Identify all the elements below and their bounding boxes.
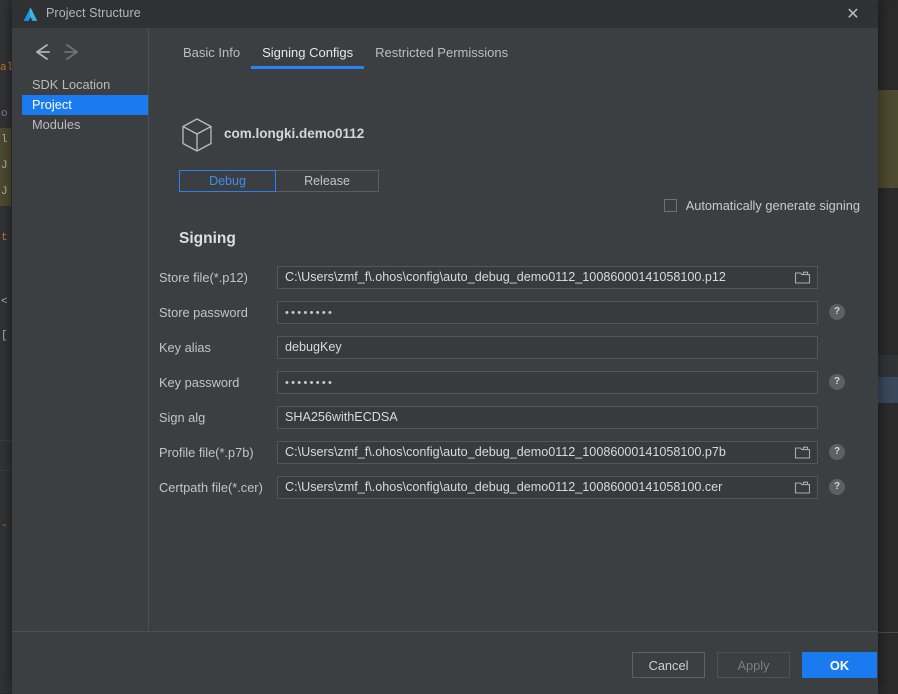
apply-button[interactable]: Apply: [717, 652, 790, 678]
form-row-key-alias: Key alias debugKey: [149, 336, 878, 371]
arrow-left-icon[interactable]: [30, 40, 56, 64]
release-variant-button[interactable]: Release: [276, 170, 379, 192]
backdrop-selected-row: [878, 377, 898, 403]
dialog-footer: Cancel Apply OK: [12, 631, 878, 694]
backdrop-code-fragment: J: [1, 160, 8, 173]
ok-button[interactable]: OK: [802, 652, 877, 678]
tab-signing-configs[interactable]: Signing Configs: [251, 40, 364, 69]
key-password-label: Key password: [159, 375, 274, 390]
form-row-sign-alg: Sign alg SHA256withECDSA: [149, 406, 878, 441]
help-circle-icon[interactable]: ?: [829, 374, 845, 390]
folder-icon[interactable]: [794, 479, 811, 496]
backdrop-divider: [0, 470, 12, 471]
backdrop-divider: [0, 440, 12, 441]
package-cube-icon: [179, 116, 215, 154]
auto-generate-signing-checkbox[interactable]: Automatically generate signing: [664, 196, 860, 214]
help-circle-icon[interactable]: ?: [829, 444, 845, 460]
backdrop-code-fragment: t: [1, 232, 8, 245]
signing-section-title: Signing: [179, 230, 236, 248]
window-title: Project Structure: [46, 6, 141, 20]
key-alias-input[interactable]: debugKey: [277, 336, 818, 359]
key-alias-label: Key alias: [159, 340, 274, 355]
help-circle-icon[interactable]: ?: [829, 304, 845, 320]
form-row-certpath-file: Certpath file(*.cer) C:\Users\zmf_f\.oho…: [149, 476, 878, 511]
backdrop-code-fragment: -: [1, 520, 8, 533]
tab-basic-info[interactable]: Basic Info: [172, 40, 251, 69]
folder-icon[interactable]: [794, 269, 811, 286]
store-file-input[interactable]: C:\Users\zmf_f\.ohos\config\auto_debug_d…: [277, 266, 818, 289]
profile-file-input[interactable]: C:\Users\zmf_f\.ohos\config\auto_debug_d…: [277, 441, 818, 464]
sidebar-item-label: SDK Location: [32, 77, 110, 92]
debug-label: Debug: [209, 174, 246, 188]
release-label: Release: [304, 174, 350, 188]
form-row-store-password: Store password •••••••• ?: [149, 301, 878, 336]
backdrop-code-fragment: J: [1, 186, 8, 199]
cancel-button[interactable]: Cancel: [632, 652, 705, 678]
sidebar-item-modules[interactable]: Modules: [22, 115, 148, 135]
checkbox-box[interactable]: [664, 199, 677, 212]
tab-label: Basic Info: [183, 45, 240, 60]
tab-label: Signing Configs: [262, 45, 353, 60]
key-password-input[interactable]: ••••••••: [277, 371, 818, 394]
dialog-sidebar: SDK Location Project Modules: [12, 28, 149, 631]
store-password-input[interactable]: ••••••••: [277, 301, 818, 324]
sidebar-item-label: Project: [32, 97, 72, 112]
certpath-file-input[interactable]: C:\Users\zmf_f\.ohos\config\auto_debug_d…: [277, 476, 818, 499]
backdrop-code-fragment: [: [1, 330, 8, 343]
store-file-label: Store file(*.p12): [159, 270, 274, 285]
help-circle-icon[interactable]: ?: [829, 479, 845, 495]
form-row-store-file: Store file(*.p12) C:\Users\zmf_f\.ohos\c…: [149, 266, 878, 301]
tab-bar: Basic Info Signing Configs Restricted Pe…: [172, 40, 519, 72]
backdrop-highlight-block: [878, 90, 898, 188]
backdrop-left-strip: [0, 0, 12, 693]
navigation-arrows: [30, 40, 90, 64]
tab-label: Restricted Permissions: [375, 45, 508, 60]
profile-file-label: Profile file(*.p7b): [159, 445, 274, 460]
dialog-body: SDK Location Project Modules Basic Info …: [12, 28, 878, 631]
form-row-key-password: Key password •••••••• ?: [149, 371, 878, 406]
dialog-titlebar: Project Structure ✕: [12, 0, 878, 29]
build-variant-selector: Debug Release: [179, 170, 379, 192]
sidebar-item-label: Modules: [32, 117, 80, 132]
auto-generate-signing-label: Automatically generate signing: [686, 198, 860, 213]
backdrop-code-fragment: o: [1, 108, 8, 121]
project-structure-dialog: Project Structure ✕ SDK Location Project: [12, 0, 878, 693]
arrow-right-icon[interactable]: [58, 40, 84, 64]
sign-alg-label: Sign alg: [159, 410, 274, 425]
close-icon[interactable]: ✕: [840, 3, 866, 26]
android-studio-logo-icon: [22, 6, 39, 23]
backdrop-code-fragment: <: [1, 296, 8, 309]
sidebar-item-sdk-location[interactable]: SDK Location: [22, 75, 148, 95]
backdrop-divider: [878, 632, 898, 633]
folder-icon[interactable]: [794, 444, 811, 461]
dialog-content: Basic Info Signing Configs Restricted Pe…: [149, 28, 878, 631]
sidebar-item-project[interactable]: Project: [22, 95, 148, 115]
backdrop-code-fragment: l: [1, 134, 8, 147]
package-name: com.longki.demo0112: [224, 126, 364, 141]
signing-form: Store file(*.p12) C:\Users\zmf_f\.ohos\c…: [149, 266, 878, 511]
tab-restricted-permissions[interactable]: Restricted Permissions: [364, 40, 519, 69]
backdrop-row: [878, 355, 898, 377]
certpath-file-label: Certpath file(*.cer): [159, 480, 274, 495]
debug-variant-button[interactable]: Debug: [179, 170, 276, 192]
store-password-label: Store password: [159, 305, 274, 320]
sign-alg-input[interactable]: SHA256withECDSA: [277, 406, 818, 429]
form-row-profile-file: Profile file(*.p7b) C:\Users\zmf_f\.ohos…: [149, 441, 878, 476]
